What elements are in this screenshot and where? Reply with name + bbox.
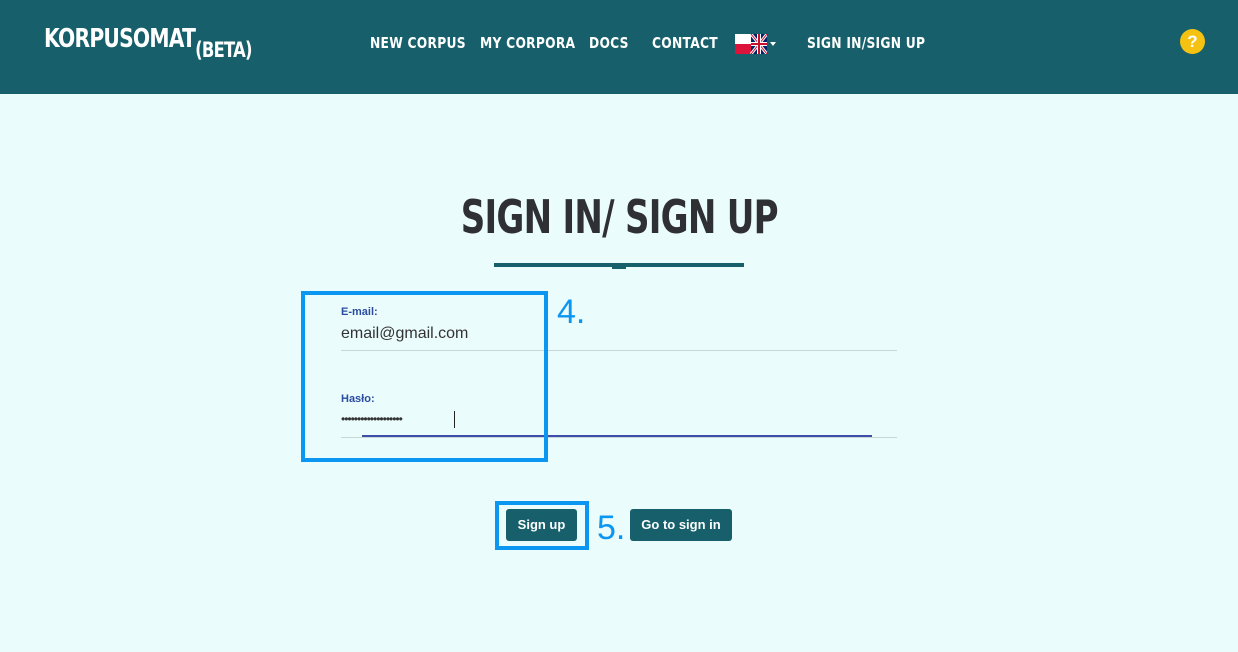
annotation-box-step-5 [495, 501, 589, 550]
top-navigation-bar: KORPUSOMAT(BETA) NEW CORPUS MY CORPORA D… [0, 0, 1238, 94]
annotation-box-step-4 [301, 291, 548, 462]
brand-logo[interactable]: KORPUSOMAT(BETA) [44, 24, 252, 62]
annotation-step-5: 5. [597, 509, 626, 547]
nav-docs[interactable]: DOCS [589, 34, 629, 52]
chevron-down-icon [770, 42, 776, 46]
go-to-sign-in-button[interactable]: Go to sign in [630, 509, 732, 541]
nav-my-corpora[interactable]: MY CORPORA [480, 34, 575, 52]
page-title: SIGN IN/ SIGN UP [0, 190, 1238, 244]
language-switcher[interactable] [735, 33, 776, 55]
page-title-text: SIGN IN/ SIGN UP [460, 190, 778, 244]
brand-beta: (BETA) [195, 38, 252, 62]
title-underline-notch [612, 266, 626, 269]
nav-sign-in-sign-up[interactable]: SIGN IN/SIGN UP [807, 34, 925, 52]
annotation-step-4: 4. [557, 293, 586, 331]
brand-name: KORPUSOMAT [44, 24, 196, 54]
language-flag-icon [735, 33, 769, 55]
help-icon[interactable]: ? [1180, 29, 1205, 54]
nav-new-corpus[interactable]: NEW CORPUS [370, 34, 466, 52]
nav-contact[interactable]: CONTACT [652, 34, 718, 52]
